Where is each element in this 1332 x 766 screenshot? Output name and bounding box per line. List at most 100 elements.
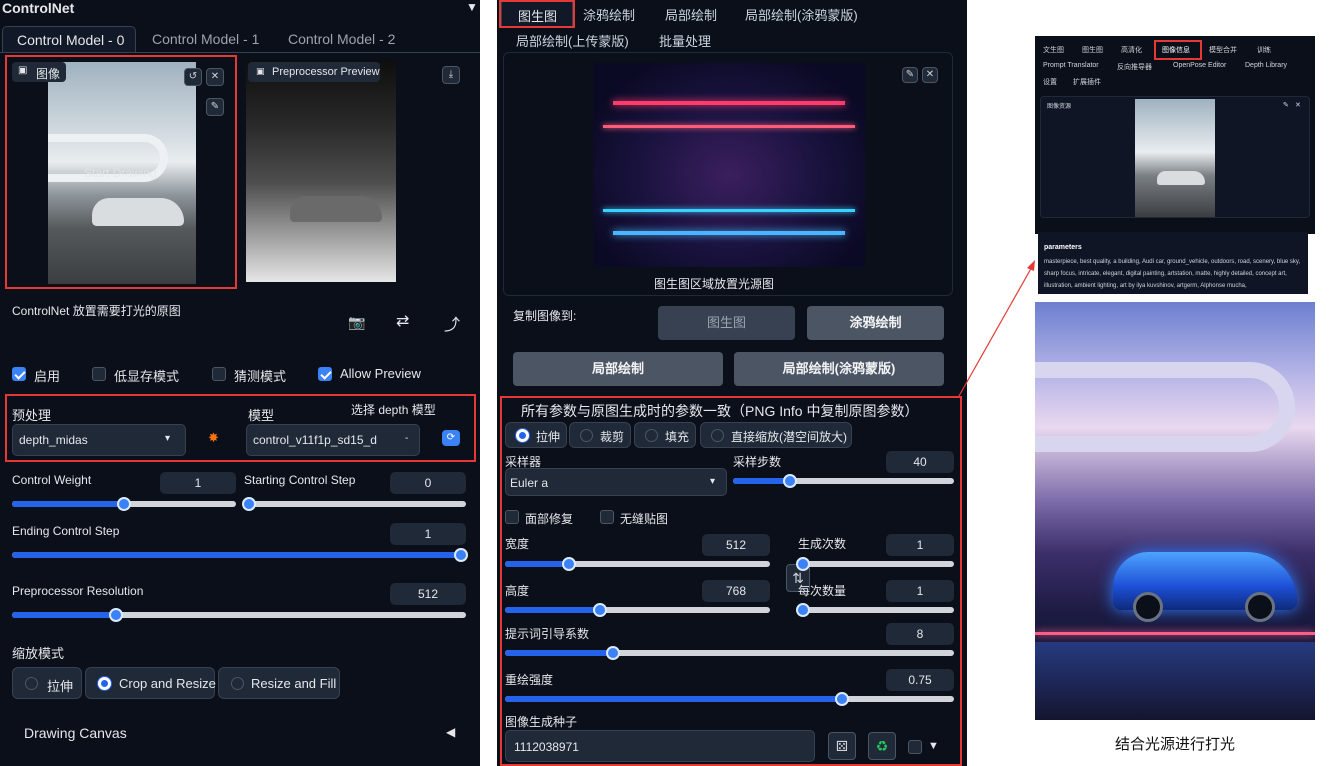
tab-settings[interactable]: 设置 bbox=[1043, 77, 1057, 87]
download-icon[interactable]: ⤓ bbox=[442, 66, 460, 84]
allow-preview-checkbox[interactable] bbox=[318, 367, 332, 381]
undo-icon[interactable]: ↺ bbox=[184, 68, 202, 86]
tab-img2img[interactable]: 图生图 bbox=[1082, 45, 1103, 55]
resize-option-stretch[interactable]: 拉伸 bbox=[12, 667, 82, 699]
tab-upscale[interactable]: 高清化 bbox=[1121, 45, 1142, 55]
copy-to-inpaint-button[interactable]: 局部绘制 bbox=[513, 352, 723, 386]
denoise-slider[interactable] bbox=[505, 692, 954, 706]
batch-size-slider[interactable] bbox=[796, 603, 954, 617]
batch-size-input[interactable]: 1 bbox=[886, 580, 954, 602]
tab-merge[interactable]: 模型合并 bbox=[1209, 45, 1237, 55]
brush-icon[interactable]: ✎ bbox=[206, 98, 224, 116]
edit-icon[interactable]: ✎ bbox=[902, 67, 918, 83]
radio-fill[interactable] bbox=[231, 677, 244, 690]
tab-depth-library[interactable]: Depth Library bbox=[1245, 62, 1287, 69]
edit-icon[interactable]: ✎ bbox=[1283, 101, 1289, 109]
copy-to-inpaint-sketch-button[interactable]: 局部绘制(涂鸦蒙版) bbox=[734, 352, 944, 386]
slider-thumb[interactable] bbox=[783, 474, 798, 488]
copy-to-img2img-button[interactable]: 图生图 bbox=[658, 306, 795, 340]
dice-icon[interactable]: ⚄ bbox=[828, 732, 856, 760]
radio-fill[interactable] bbox=[645, 429, 658, 442]
preprocessor-resolution-input[interactable]: 512 bbox=[390, 583, 466, 605]
tab-train[interactable]: 训练 bbox=[1257, 45, 1271, 55]
control-weight-input[interactable]: 1 bbox=[160, 472, 236, 494]
sampler-dropdown[interactable]: Euler a ▾ bbox=[505, 468, 727, 496]
img2img-resize-fill[interactable]: 填充 bbox=[634, 422, 696, 448]
width-slider[interactable] bbox=[505, 557, 770, 571]
denoise-input[interactable]: 0.75 bbox=[886, 669, 954, 691]
img2img-resize-stretch[interactable]: 拉伸 bbox=[505, 422, 567, 448]
start-drawing-text[interactable]: Start Drawing bbox=[84, 166, 157, 180]
img2img-image-box[interactable]: ✎ ✕ 图生图区域放置光源图 bbox=[503, 52, 953, 296]
enable-checkbox[interactable] bbox=[12, 367, 26, 381]
swap-icon[interactable]: ⇄ bbox=[396, 311, 409, 331]
ending-step-slider[interactable] bbox=[12, 548, 468, 562]
tab-img2img[interactable]: 图生图 bbox=[501, 0, 573, 26]
seed-input[interactable]: 1112038971 bbox=[505, 730, 815, 762]
tab-extensions[interactable]: 扩展插件 bbox=[1073, 77, 1101, 87]
tiling-checkbox[interactable] bbox=[600, 510, 614, 524]
tab-control-model-0[interactable]: Control Model - 0 bbox=[2, 26, 136, 52]
radio-stretch[interactable] bbox=[516, 429, 529, 442]
explosion-icon[interactable]: ✸ bbox=[208, 430, 219, 446]
pnginfo-source-box[interactable]: 图像资源 ✎ ✕ bbox=[1040, 96, 1310, 218]
slider-thumb[interactable] bbox=[605, 646, 620, 660]
expand-triangle-icon[interactable]: ▼ bbox=[928, 740, 939, 752]
radio-stretch[interactable] bbox=[25, 677, 38, 690]
refresh-icon[interactable]: ⟳ bbox=[442, 430, 460, 446]
close-icon[interactable]: ✕ bbox=[922, 67, 938, 83]
steps-slider[interactable] bbox=[733, 474, 954, 488]
slider-thumb[interactable] bbox=[834, 692, 849, 706]
preprocessor-resolution-slider[interactable] bbox=[12, 608, 466, 622]
copy-to-sketch-button[interactable]: 涂鸦绘制 bbox=[807, 306, 944, 340]
slider-thumb[interactable] bbox=[242, 497, 256, 511]
tab-control-model-2[interactable]: Control Model - 2 bbox=[288, 31, 395, 47]
image-input-box[interactable]: Start Drawing ▣ 图像 ↺ ✕ ✎ bbox=[8, 58, 234, 286]
low-vram-checkbox[interactable] bbox=[92, 367, 106, 381]
batch-count-input[interactable]: 1 bbox=[886, 534, 954, 556]
tab-inpaint-upload[interactable]: 局部绘制(上传蒙版) bbox=[516, 31, 629, 50]
close-icon[interactable]: ✕ bbox=[1295, 101, 1301, 109]
height-slider[interactable] bbox=[505, 603, 770, 617]
model-dropdown[interactable]: control_v11f1p_sd15_d - bbox=[246, 424, 420, 456]
tab-inpaint[interactable]: 局部绘制 bbox=[665, 5, 717, 24]
tab-interrogator[interactable]: 反向推导器 bbox=[1117, 62, 1152, 72]
img2img-resize-latent[interactable]: 直接缩放(潜空间放大) bbox=[700, 422, 852, 448]
starting-step-slider[interactable] bbox=[242, 497, 466, 511]
slider-thumb[interactable] bbox=[454, 548, 468, 562]
slider-thumb[interactable] bbox=[796, 603, 810, 617]
steps-input[interactable]: 40 bbox=[886, 451, 954, 473]
tab-openpose[interactable]: OpenPose Editor bbox=[1173, 62, 1226, 69]
tab-prompt-translator[interactable]: Prompt Translator bbox=[1043, 62, 1099, 69]
tab-pnginfo[interactable]: 图像信息 bbox=[1162, 45, 1190, 55]
ending-step-input[interactable]: 1 bbox=[390, 523, 466, 545]
controlnet-header[interactable]: ControlNet ▼ bbox=[0, 0, 480, 18]
starting-step-input[interactable]: 0 bbox=[390, 472, 466, 494]
tab-sketch[interactable]: 涂鸦绘制 bbox=[583, 5, 635, 24]
img2img-resize-crop[interactable]: 裁剪 bbox=[569, 422, 631, 448]
radio-latent[interactable] bbox=[711, 429, 724, 442]
width-input[interactable]: 512 bbox=[702, 534, 770, 556]
face-restore-checkbox[interactable] bbox=[505, 510, 519, 524]
slider-thumb[interactable] bbox=[593, 603, 608, 617]
tab-batch[interactable]: 批量处理 bbox=[659, 31, 711, 50]
upload-arrow-icon[interactable]: ⤴ bbox=[444, 311, 460, 335]
resize-option-crop[interactable]: Crop and Resize bbox=[85, 667, 216, 699]
control-weight-slider[interactable] bbox=[12, 497, 236, 511]
slider-thumb[interactable] bbox=[561, 557, 576, 571]
collapse-triangle-icon[interactable]: ▼ bbox=[466, 0, 478, 14]
radio-crop[interactable] bbox=[580, 429, 593, 442]
slider-thumb[interactable] bbox=[117, 497, 131, 511]
height-input[interactable]: 768 bbox=[702, 580, 770, 602]
tab-control-model-1[interactable]: Control Model - 1 bbox=[152, 31, 259, 47]
resize-option-fill[interactable]: Resize and Fill bbox=[218, 667, 340, 699]
preprocessor-dropdown[interactable]: depth_midas ▾ bbox=[12, 424, 186, 456]
batch-count-slider[interactable] bbox=[796, 557, 954, 571]
cfg-slider[interactable] bbox=[505, 646, 954, 660]
slider-thumb[interactable] bbox=[109, 608, 124, 622]
tab-txt2img[interactable]: 文生图 bbox=[1043, 45, 1064, 55]
extra-seed-checkbox[interactable] bbox=[908, 740, 922, 754]
slider-thumb[interactable] bbox=[796, 557, 810, 571]
tab-inpaint-sketch[interactable]: 局部绘制(涂鸦蒙版) bbox=[745, 5, 858, 24]
collapse-left-icon[interactable]: ◀ bbox=[446, 725, 455, 739]
